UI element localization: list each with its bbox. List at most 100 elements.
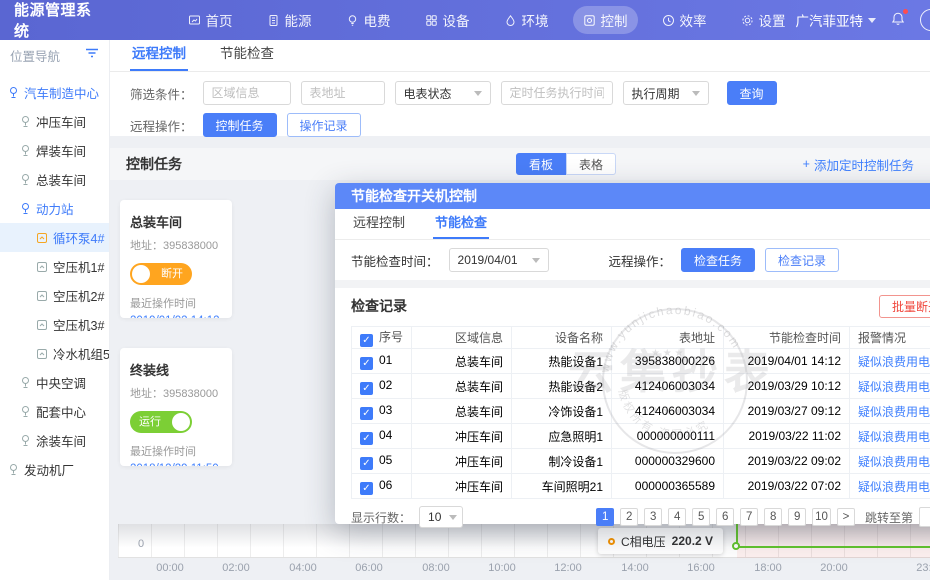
main-nav: 首页 能源 电费 设备 环境 控制 [178,6,796,34]
user-avatar-icon[interactable] [920,9,930,31]
tree-item-stamping[interactable]: 冲压车间 [0,107,109,136]
row-checkbox[interactable]: ✓ [360,482,373,495]
modal-tab-remote-control[interactable]: 远程控制 [351,206,407,239]
page-button[interactable]: 2 [620,508,638,526]
tab-energy-check[interactable]: 节能检查 [218,36,276,71]
caret-down-icon [532,258,540,263]
nav-item-environment[interactable]: 环境 [494,6,559,34]
table-row: ✓04 冲压车间 应急照明1 000000000111 2019/03/22 1… [352,424,930,449]
modal-tab-energy-check[interactable]: 节能检查 [433,206,489,239]
row-checkbox[interactable]: ✓ [360,407,373,420]
modal-controls: 节能检查时间： 2019/04/01 远程操作： 检查任务 检查记录 [335,240,930,280]
card-address: 地址：395838000 [130,237,222,253]
tree-item-compressor-3[interactable]: 空压机3# [0,310,109,339]
tree-item-assembly[interactable]: 总装车间 [0,165,109,194]
pin-icon [20,144,31,157]
nav-item-energy[interactable]: 能源 [257,6,322,34]
tree-item-chiller-5[interactable]: 冷水机组5# [0,339,109,368]
alarm-link[interactable]: 疑似浪费用电 [850,449,930,474]
control-task-button[interactable]: 控制任务 [203,113,277,137]
main-content: 远程控制 节能检查 筛选条件： 电表状态 执行周期 查询 远程操作： 控制任务 … [110,40,930,580]
section-title: 控制任务 [126,154,182,174]
table-view-button[interactable]: 表格 [566,153,616,175]
page-button[interactable]: 7 [740,508,758,526]
tab-remote-control[interactable]: 远程控制 [130,36,188,71]
page-button[interactable]: 9 [788,508,806,526]
building-icon [267,14,280,27]
tree-item-central-ac[interactable]: 中央空调 [0,368,109,397]
pin-icon [20,376,31,389]
board-view-button[interactable]: 看板 [516,153,566,175]
page-button[interactable]: 6 [716,508,734,526]
data-point-marker [732,542,740,550]
check-time-label: 节能检查时间： [351,251,439,270]
meter-address-input[interactable] [301,81,385,105]
page-button[interactable]: 3 [644,508,662,526]
jump-page-input[interactable] [919,507,930,527]
alarm-link[interactable]: 疑似浪费用电 [850,349,930,374]
power-toggle-on[interactable]: 运行 [130,411,192,433]
page-button[interactable]: 8 [764,508,782,526]
tree-item-painting[interactable]: 涂装车间 [0,426,109,455]
page-button[interactable]: 1 [596,508,614,526]
device-card-final-line: 终装线 地址：395838000 运行 最近操作时间 2018/12/29 11… [120,348,232,466]
records-title: 检查记录 [351,296,407,316]
add-scheduled-task-link[interactable]: + 添加定时控制任务 [803,155,914,174]
org-dropdown[interactable]: 广汽菲亚特 [796,10,877,30]
batch-disconnect-button[interactable]: 批量断开 [879,295,930,318]
exec-cycle-select[interactable]: 执行周期 [623,81,709,105]
modal-title: 节能检查开关机控制 [351,186,477,206]
nav-item-control[interactable]: 控制 [573,6,638,34]
row-checkbox[interactable]: ✓ [360,432,373,445]
pin-icon [8,86,19,99]
filter-list-icon[interactable] [85,46,99,64]
modal-header: 节能检查开关机控制 [335,183,930,209]
tree-item-engine-plant[interactable]: 发动机厂 [0,455,109,484]
row-checkbox[interactable]: ✓ [360,382,373,395]
notification-bell-icon[interactable] [890,11,906,30]
alarm-link[interactable]: 疑似浪费用电 [850,424,930,449]
next-page-button[interactable]: > [837,508,855,526]
nav-item-home[interactable]: 首页 [178,6,243,34]
nav-item-settings[interactable]: 设置 [731,6,796,34]
table-row: ✓05 冲压车间 制冷设备1 000000329600 2019/03/22 0… [352,449,930,474]
tree-item-compressor-2[interactable]: 空压机2# [0,281,109,310]
tree-item-factory-center[interactable]: 汽车制造中心 [0,78,109,107]
op-record-button[interactable]: 操作记录 [287,113,361,137]
search-button[interactable]: 查询 [727,81,777,105]
droplet-icon [504,14,517,27]
nav-item-electricity[interactable]: 电费 [336,6,401,34]
page-button[interactable]: 4 [668,508,686,526]
control-panel: 远程控制 节能检查 筛选条件： 电表状态 执行周期 查询 远程操作： 控制任务 … [110,40,930,136]
tree-item-welding[interactable]: 焊装车间 [0,136,109,165]
page-button[interactable]: 10 [812,508,831,526]
tree-item-power-station[interactable]: 动力站 [0,194,109,223]
tree-item-compressor-1[interactable]: 空压机1# [0,252,109,281]
alarm-link[interactable]: 疑似浪费用电 [850,399,930,424]
caret-down-icon [474,91,482,96]
alarm-link[interactable]: 疑似浪费用电 [850,374,930,399]
select-all-checkbox[interactable]: ✓ [360,334,373,347]
task-time-input[interactable] [501,81,613,105]
row-checkbox[interactable]: ✓ [360,357,373,370]
check-record-button[interactable]: 检查记录 [765,248,839,272]
check-date-select[interactable]: 2019/04/01 [449,248,549,272]
area-info-input[interactable] [203,81,291,105]
tree-item-circulation-pump[interactable]: 循环泵4# [0,223,109,252]
nav-item-devices[interactable]: 设备 [415,6,480,34]
page-buttons: 1 2 3 4 5 6 7 8 9 10 > 跳转至第 页 确定 [596,506,930,528]
rows-per-page-select[interactable]: 10 [419,506,463,528]
y-axis-zero: 0 [138,538,144,550]
meter-status-select[interactable]: 电表状态 [395,81,491,105]
check-task-button[interactable]: 检查任务 [681,248,755,272]
power-toggle-off[interactable]: 断开 [130,263,192,285]
nav-item-efficiency[interactable]: 效率 [652,6,717,34]
tree-item-support-center[interactable]: 配套中心 [0,397,109,426]
modal-tabs: 远程控制 节能检查 [335,209,930,240]
alarm-link[interactable]: 疑似浪费用电 [850,474,930,499]
sidebar-title: 位置导航 [10,46,60,65]
page-button[interactable]: 5 [692,508,710,526]
row-checkbox[interactable]: ✓ [360,457,373,470]
table-row: ✓03 总装车间 冷饰设备1 412406003034 2019/03/27 0… [352,399,930,424]
screen: 能源管理系统 首页 能源 电费 设备 环境 [0,0,930,580]
